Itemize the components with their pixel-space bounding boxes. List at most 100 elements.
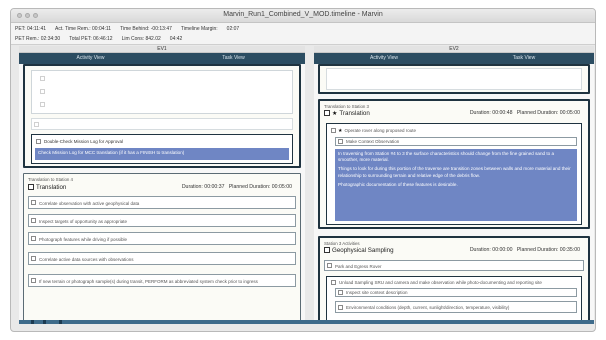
- tab-task-view[interactable]: Task View: [162, 53, 305, 64]
- task-title: Translation: [36, 184, 67, 191]
- task-planned-duration: Planned Duration: 00:05:00: [516, 110, 580, 116]
- task-title: Translation: [339, 110, 370, 117]
- task-duration: Duration: 00:00:37: [181, 184, 225, 190]
- item-checkbox[interactable]: [338, 139, 343, 144]
- ev2-geophysical-task-card: Station 3 Activities Geophysical Samplin…: [318, 236, 590, 321]
- act-time-remaining: Act. Time Rem.: 00:04:11: [55, 26, 112, 32]
- timeline-margin-label: Timeline Margin:: [180, 26, 218, 32]
- task-header: Translation to Station 4: [28, 177, 73, 182]
- task-title-row: Translation Duration: 00:00:37 Planned D…: [28, 184, 296, 191]
- lim-cons-extra: 04:42: [169, 36, 183, 42]
- approval-highlight-note: Check Mission Log for MCC translation (i…: [35, 148, 289, 160]
- timing-info-bar: PET: 04:11:41 Act. Time Rem.: 00:04:11 T…: [11, 23, 595, 45]
- timing-row-1: PET: 04:11:41 Act. Time Rem.: 00:04:11 T…: [15, 26, 239, 32]
- route-item-label: Operate rover along proposed route: [344, 128, 417, 133]
- checklist-item[interactable]: If new terrain or photograph sample(s) d…: [28, 274, 296, 287]
- faded-checkbox[interactable]: [34, 122, 39, 127]
- tab-activity-view[interactable]: Activity View: [19, 53, 162, 64]
- ev2-translation-task-card: Translation to Station 3 ★ Translation Du…: [318, 99, 590, 229]
- task-checkbox[interactable]: [324, 110, 330, 116]
- task-title: Geophysical Sampling: [332, 247, 394, 254]
- timeline-marker[interactable]: [59, 320, 62, 324]
- timeline-marker[interactable]: [31, 320, 34, 324]
- task-title-row: ★ Translation Duration: 00:00:48 Planned …: [324, 110, 584, 117]
- item-checkbox[interactable]: [31, 278, 36, 283]
- ev2-panel: Activity View Task View Translation to S…: [314, 53, 594, 321]
- column-header-ev1: EV1: [19, 46, 305, 53]
- pet-remaining: PET Rem.: 02:34:30: [15, 36, 61, 42]
- previous-task-content: [326, 68, 582, 90]
- faded-item-group: [31, 70, 293, 114]
- item-checkbox[interactable]: [338, 290, 343, 295]
- checklist-item[interactable]: Inspect targets of opportunity as approp…: [28, 214, 296, 227]
- checklist-item[interactable]: Park and Egress Rover: [324, 260, 584, 271]
- faded-checkbox[interactable]: [40, 89, 45, 94]
- sub-checklist-item[interactable]: Inspect site context description: [335, 288, 577, 297]
- ev2-view-tabs: Activity View Task View: [314, 53, 594, 64]
- app-window: Marvin_Run1_Combined_V_MOD.timeline - Ma…: [10, 8, 596, 332]
- item-checkbox[interactable]: [338, 305, 343, 310]
- item-checkbox[interactable]: [327, 263, 332, 268]
- note-paragraph: Photographic documentation of these feat…: [338, 181, 458, 187]
- star-icon[interactable]: ★: [332, 111, 337, 117]
- sub-checklist-item[interactable]: Environmental conditions (depth, current…: [335, 301, 577, 313]
- item-checkbox[interactable]: [331, 128, 336, 133]
- task-duration-group: Duration: 00:00:37 Planned Duration: 00:…: [182, 184, 292, 190]
- approval-checkbox[interactable]: [36, 139, 41, 144]
- ev1-translation-task-card: Translation to Station 4 Translation Dur…: [23, 173, 301, 321]
- faded-item[interactable]: [38, 74, 286, 83]
- checklist-item[interactable]: Correlate observation with active geophy…: [28, 196, 296, 209]
- tab-task-view[interactable]: Task View: [454, 53, 594, 64]
- context-observation-item[interactable]: Make Context Observation: [335, 137, 577, 146]
- task-duration: Duration: 00:00:00: [469, 247, 513, 253]
- pet-value: PET: 04:11:41: [15, 26, 47, 32]
- faded-checkbox[interactable]: [40, 76, 45, 81]
- checklist-item[interactable]: Photograph features while driving if pos…: [28, 232, 296, 245]
- approval-box: Double-Check Mission Log for Approval Ch…: [31, 134, 293, 164]
- observation-highlight-note: In traversing from Station #4 to 3 the s…: [335, 149, 577, 221]
- total-pet: Total PET: 06:46:12: [69, 36, 113, 42]
- time-behind: Time Behind: -00:13:47: [120, 26, 172, 32]
- sampling-item-box: Unload Sampling SRU and camera and make …: [326, 276, 582, 321]
- faded-checkbox[interactable]: [40, 102, 45, 107]
- task-duration-group: Duration: 00:00:00 Planned Duration: 00:…: [470, 247, 580, 253]
- route-item[interactable]: ★ Operate rover along proposed route: [329, 126, 579, 135]
- star-icon[interactable]: ★: [338, 128, 342, 134]
- task-checkbox[interactable]: [28, 184, 34, 190]
- tab-activity-view[interactable]: Activity View: [314, 53, 454, 64]
- item-checkbox[interactable]: [331, 280, 336, 285]
- item-checkbox[interactable]: [31, 200, 36, 205]
- timeline-progress-bar[interactable]: [19, 320, 594, 324]
- lim-cons: Lim Cons: 842.02: [121, 36, 161, 42]
- task-header: Translation to Station 3: [324, 104, 369, 109]
- window-title: Marvin_Run1_Combined_V_MOD.timeline - Ma…: [223, 11, 383, 18]
- task-planned-duration: Planned Duration: 00:35:00: [516, 247, 580, 253]
- item-checkbox[interactable]: [31, 256, 36, 261]
- timeline-margin-value: 02:07: [226, 26, 240, 32]
- faded-item[interactable]: [38, 100, 286, 109]
- sampling-item[interactable]: Unload Sampling SRU and camera and make …: [329, 278, 579, 287]
- approval-item[interactable]: Double-Check Mission Log for Approval: [34, 137, 290, 146]
- faded-item[interactable]: [38, 87, 286, 96]
- title-bar: Marvin_Run1_Combined_V_MOD.timeline - Ma…: [11, 9, 595, 23]
- task-planned-duration: Planned Duration: 00:05:00: [228, 184, 292, 190]
- item-checkbox[interactable]: [31, 218, 36, 223]
- timing-row-2: PET Rem.: 02:34:30 Total PET: 06:46:12 L…: [15, 36, 182, 42]
- note-paragraph: In traversing from Station #4 to 3 the s…: [338, 151, 555, 163]
- ev1-previous-task-card: Double-Check Mission Log for Approval Ch…: [23, 64, 301, 168]
- task-duration-group: Duration: 00:00:48 Planned Duration: 00:…: [470, 110, 580, 116]
- task-checkbox[interactable]: [324, 247, 330, 253]
- note-paragraph: Things to look for during this portion o…: [338, 166, 571, 178]
- column-header-ev2: EV2: [314, 46, 594, 53]
- ev2-previous-task-card: [318, 64, 590, 94]
- ev1-view-tabs: Activity View Task View: [19, 53, 305, 64]
- task-title-row: Geophysical Sampling Duration: 00:00:00 …: [324, 247, 584, 254]
- ev1-panel: Activity View Task View Double-Check Mis…: [19, 53, 305, 321]
- route-item-box: ★ Operate rover along proposed route Make…: [326, 123, 582, 225]
- task-header: Station 3 Activities: [324, 241, 360, 246]
- checklist-item[interactable]: Correlate active data sources with obser…: [28, 252, 296, 265]
- item-checkbox[interactable]: [31, 236, 36, 241]
- faded-check-row[interactable]: [31, 118, 293, 130]
- timeline-marker[interactable]: [43, 320, 46, 324]
- task-duration: Duration: 00:00:48: [469, 110, 513, 116]
